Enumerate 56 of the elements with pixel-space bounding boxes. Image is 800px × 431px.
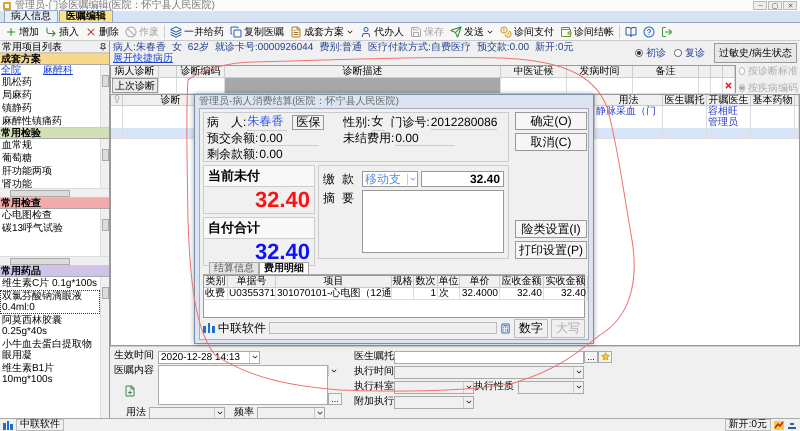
field-label: 摘要 — [323, 190, 359, 207]
radio-label: 按疾病编码 — [748, 82, 798, 94]
table-cell: 301070101-心电图（12通 — [276, 288, 392, 300]
patient-info-text: 女 — [172, 42, 182, 53]
field-label: 执行时间 — [354, 366, 394, 378]
amount-label: 当前未付 — [204, 166, 314, 187]
table-cell: U0355371 — [228, 288, 276, 300]
status-text: 大写 — [551, 318, 585, 338]
field-label: 医生嘱托 — [354, 351, 394, 363]
patient-info-text: 新开:0元 — [535, 42, 574, 53]
panel-title: 常用项目列表 — [2, 40, 62, 53]
field-label: 频率 — [234, 407, 254, 419]
table-cell: 次 — [438, 288, 460, 300]
patient-info-text: 预交款:0.00 — [476, 42, 530, 53]
field-value: 0.00 — [395, 130, 456, 146]
amount-value: 32.40 — [254, 239, 311, 264]
amount-label: 自付合计 — [204, 218, 314, 239]
section-header: 常用检查 — [0, 197, 109, 209]
field-label: 用法 — [125, 407, 146, 419]
table-cell: 32.40 — [500, 288, 544, 300]
patient-info-text: 就诊卡号:0000926044 — [214, 42, 314, 53]
field-label: 生效时间 — [114, 350, 155, 363]
table-cell: 32.40 — [544, 288, 588, 300]
brand-text: 中联软件 — [16, 419, 64, 431]
status-text: 数字 — [514, 318, 548, 338]
radio-label: 复诊 — [685, 47, 706, 60]
field-label: 附加执行 — [354, 396, 394, 408]
status-text: 新开:0元 — [724, 419, 771, 431]
field-label: 执行科室 — [354, 381, 394, 393]
section-header: 常用药品 — [0, 265, 109, 277]
brand-text: 中联软件 — [218, 320, 266, 336]
field-value: 0.00 — [259, 146, 320, 162]
field-value: 朱春香 — [247, 113, 288, 131]
patient-info-text: 病人:朱春香 — [113, 42, 166, 53]
radio-label: 初诊 — [646, 46, 666, 60]
amount-value: 32.40 — [254, 187, 311, 213]
field-label: 未结费用: — [343, 130, 394, 146]
section-header: 常用检验 — [0, 127, 109, 139]
field-value: 2012280086 — [430, 114, 498, 130]
field-label: 性别: — [343, 114, 370, 130]
table-cell: 收费 — [204, 288, 228, 300]
field-label: 病 人: — [207, 114, 246, 130]
field-label: 门诊号: — [390, 114, 430, 130]
radio-label: 按诊断标准 — [748, 64, 798, 78]
field-label: 剩余款额: — [207, 146, 258, 162]
field-label: 缴款 — [323, 171, 359, 187]
field-label: 医嘱内容 — [114, 365, 155, 377]
table-cell: 1 — [414, 288, 438, 300]
field-label: 预交余额: — [207, 130, 258, 146]
patient-info-text: 医疗付款方式:自费医疗 — [368, 42, 471, 53]
patient-info-text: 62岁 — [188, 42, 209, 53]
patient-info-text: 费别:普通 — [319, 42, 362, 53]
field-value: 0.00 — [259, 130, 320, 146]
section-header: 成套方案 — [0, 53, 109, 65]
field-value: 女 — [371, 113, 386, 131]
table-cell: 32.4000 — [460, 288, 500, 300]
